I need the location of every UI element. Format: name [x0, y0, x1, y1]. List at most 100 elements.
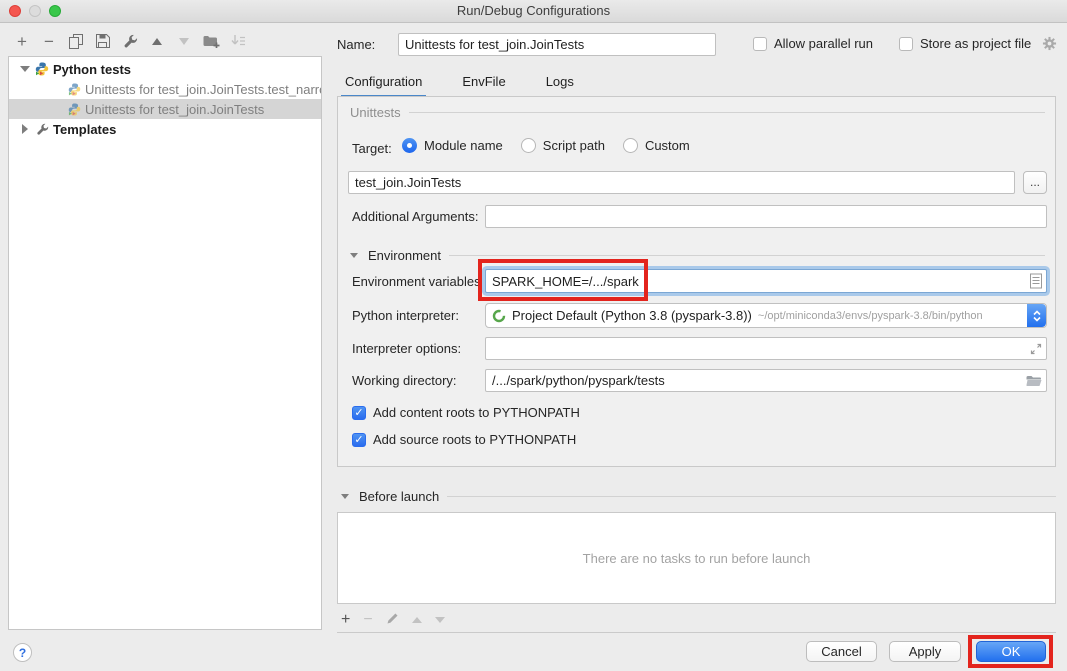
radio-unselected-icon [623, 138, 638, 153]
before-launch-task-list: There are no tasks to run before launch [337, 512, 1056, 604]
conda-env-icon [492, 309, 506, 323]
pencil-icon [386, 612, 399, 625]
interpreter-options-field [485, 337, 1047, 360]
radio-custom[interactable]: Custom [623, 138, 690, 153]
move-down-button[interactable] [174, 30, 194, 52]
close-window-button[interactable] [9, 5, 21, 17]
move-up-button[interactable] [147, 30, 167, 52]
save-configuration-button[interactable] [93, 30, 113, 52]
collapse-triangle-icon [350, 253, 358, 258]
move-down-icon [179, 38, 189, 45]
working-directory-label: Working directory: [352, 373, 457, 388]
environment-group-label: Environment [368, 248, 441, 263]
footer-divider [337, 632, 1056, 633]
help-button[interactable]: ? [13, 643, 32, 662]
store-as-project-file-label: Store as project file [920, 36, 1031, 51]
expand-field-icon[interactable] [1030, 343, 1042, 355]
settings-tabs: Configuration EnvFile Logs [341, 68, 578, 98]
collapse-triangle-icon [341, 494, 349, 499]
tree-item-python-tests[interactable]: Python tests [9, 59, 321, 79]
save-icon [96, 34, 110, 48]
copy-configuration-button[interactable] [66, 30, 86, 52]
target-label: Target: [352, 141, 392, 156]
sort-configurations-button[interactable] [228, 30, 248, 52]
remove-configuration-button[interactable]: − [39, 30, 59, 52]
radio-script-path-label: Script path [543, 138, 605, 153]
minimize-window-button[interactable] [29, 5, 41, 17]
configuration-form-panel: Unittests Target: Module name Script pat… [337, 96, 1056, 467]
tree-item-templates[interactable]: Templates [9, 119, 321, 139]
before-launch-toolbar: + − [341, 610, 445, 630]
configurations-tree: Python tests Unittests for test_join.Joi… [8, 56, 322, 630]
python-tests-icon [65, 83, 83, 96]
tab-logs[interactable]: Logs [542, 68, 578, 98]
python-tests-icon [33, 62, 51, 76]
working-directory-input[interactable] [485, 369, 1047, 392]
radio-module-name-label: Module name [424, 138, 503, 153]
checkbox-unchecked-icon [899, 37, 913, 51]
chevron-right-icon[interactable] [22, 124, 28, 134]
unittests-group-header: Unittests [350, 105, 1045, 120]
copy-icon [69, 34, 83, 49]
radio-custom-label: Custom [645, 138, 690, 153]
additional-arguments-label: Additional Arguments: [352, 209, 478, 224]
run-debug-configurations-dialog: Run/Debug Configurations + − [0, 0, 1067, 671]
apply-button[interactable]: Apply [889, 641, 961, 662]
tree-item-unittests-jointests-selected[interactable]: Unittests for test_join.JoinTests [9, 99, 321, 119]
zoom-window-button[interactable] [49, 5, 61, 17]
configurations-toolbar: + − [12, 30, 248, 52]
store-as-project-file-checkbox[interactable]: Store as project file [899, 36, 1031, 51]
checkbox-unchecked-icon [753, 37, 767, 51]
store-settings-gear-button[interactable] [1042, 36, 1057, 54]
working-directory-field [485, 369, 1047, 392]
move-task-up-button[interactable] [412, 617, 422, 623]
add-configuration-button[interactable]: + [12, 30, 32, 52]
new-folder-icon [203, 35, 220, 48]
tab-envfile[interactable]: EnvFile [458, 68, 509, 98]
tree-item-unittests-test-narrow[interactable]: Unittests for test_join.JoinTests.test_n… [9, 79, 321, 99]
radio-module-name[interactable]: Module name [402, 138, 503, 153]
additional-arguments-input[interactable] [485, 205, 1047, 228]
browse-target-button[interactable]: ... [1023, 171, 1047, 194]
radio-selected-icon [402, 138, 417, 153]
target-input[interactable] [348, 171, 1015, 194]
gear-icon [1042, 36, 1057, 51]
add-source-roots-label: Add source roots to PYTHONPATH [373, 432, 576, 447]
checkbox-checked-icon: ✓ [352, 406, 366, 420]
unittests-group-label: Unittests [350, 105, 401, 120]
before-launch-header[interactable]: Before launch [341, 489, 1056, 504]
add-content-roots-checkbox[interactable]: ✓ Add content roots to PYTHONPATH [352, 405, 580, 420]
add-content-roots-label: Add content roots to PYTHONPATH [373, 405, 580, 420]
plus-icon: + [17, 33, 27, 50]
browse-folder-icon[interactable] [1026, 375, 1042, 387]
add-task-button[interactable]: + [341, 612, 350, 628]
ok-button[interactable]: OK [976, 641, 1046, 662]
edit-task-button[interactable] [386, 612, 399, 628]
python-interpreter-path: ~/opt/miniconda3/envs/pyspark-3.8/bin/py… [758, 310, 983, 322]
environment-variables-input[interactable] [485, 269, 1047, 293]
name-input[interactable] [398, 33, 716, 56]
add-source-roots-checkbox[interactable]: ✓ Add source roots to PYTHONPATH [352, 432, 576, 447]
interpreter-options-label: Interpreter options: [352, 341, 461, 356]
interpreter-options-input[interactable] [485, 337, 1047, 360]
edit-variables-icon[interactable] [1030, 274, 1042, 289]
tab-configuration[interactable]: Configuration [341, 68, 426, 98]
remove-task-button[interactable]: − [363, 612, 372, 628]
chevron-down-icon[interactable] [20, 66, 30, 72]
python-interpreter-value: Project Default (Python 3.8 (pyspark-3.8… [512, 308, 752, 323]
cancel-button[interactable]: Cancel [806, 641, 877, 662]
allow-parallel-run-label: Allow parallel run [774, 36, 873, 51]
environment-group-header[interactable]: Environment [350, 248, 1045, 263]
no-tasks-message: There are no tasks to run before launch [583, 551, 811, 566]
radio-script-path[interactable]: Script path [521, 138, 605, 153]
dropdown-stepper[interactable] [1027, 304, 1046, 327]
up-down-chevrons-icon [1032, 309, 1042, 323]
move-task-down-button[interactable] [435, 617, 445, 623]
create-folder-button[interactable] [201, 30, 221, 52]
allow-parallel-run-checkbox[interactable]: Allow parallel run [753, 36, 873, 51]
templates-wrench-icon [33, 123, 51, 136]
radio-unselected-icon [521, 138, 536, 153]
python-interpreter-dropdown[interactable]: Project Default (Python 3.8 (pyspark-3.8… [485, 303, 1047, 328]
edit-templates-button[interactable] [120, 30, 140, 52]
name-label: Name: [337, 37, 375, 52]
